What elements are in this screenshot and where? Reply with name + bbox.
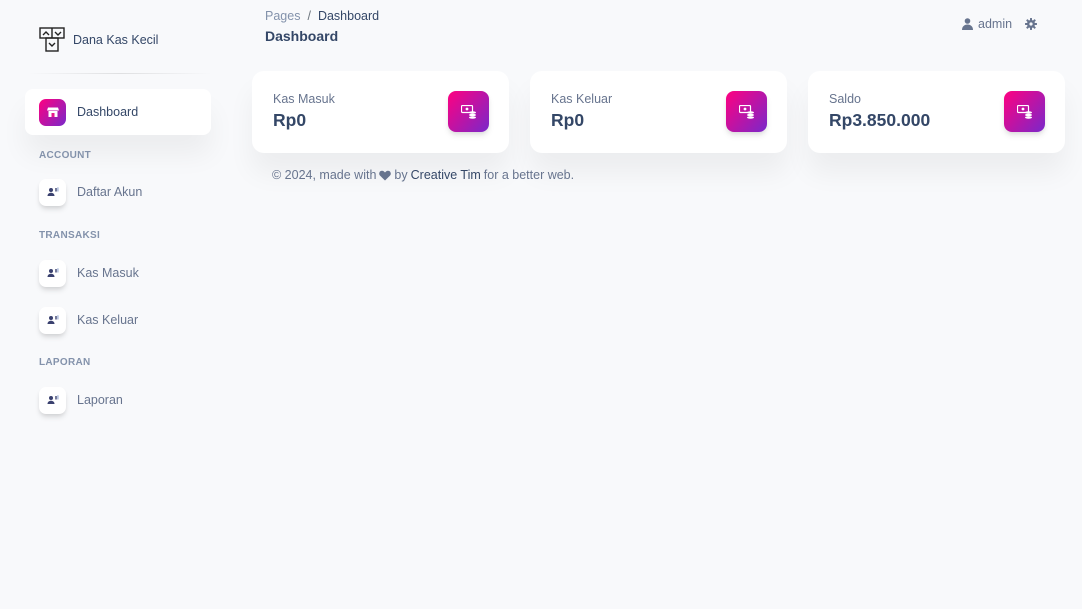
card-label: Saldo [829, 92, 861, 106]
heart-icon [379, 170, 392, 181]
money-coins-icon [448, 91, 489, 132]
sidebar-item-label: Kas Masuk [77, 266, 139, 280]
gear-icon[interactable] [1025, 18, 1038, 30]
footer-by: by [394, 168, 408, 182]
card-value: Rp0 [273, 110, 307, 130]
card-value: Rp3.850.000 [829, 110, 931, 130]
card-label: Kas Masuk [273, 92, 335, 106]
sidebar-item-label: Laporan [77, 393, 123, 407]
breadcrumb-current: Dashboard [317, 9, 380, 23]
footer: © 2024, made with by Creative Tim for a … [272, 168, 574, 182]
sidebar-item-laporan[interactable]: Laporan [25, 377, 211, 423]
user-name: admin [978, 17, 1013, 31]
card-label: Kas Keluar [551, 92, 613, 106]
users-icon [39, 306, 66, 334]
users-icon [39, 178, 66, 206]
sidebar-item-kas-masuk[interactable]: Kas Masuk [25, 250, 211, 296]
sidebar-item-dashboard[interactable]: Dashboard [25, 89, 211, 135]
footer-suffix: for a better web. [483, 168, 575, 182]
brand-name: Dana Kas Kecil [73, 33, 159, 47]
brand-link[interactable]: Dana Kas Kecil [39, 27, 158, 53]
footer-prefix: © 2024, made with [272, 168, 377, 182]
footer-author-link[interactable]: Creative Tim [411, 168, 481, 182]
shop-icon [39, 98, 66, 126]
card-value: Rp0 [551, 110, 585, 130]
users-icon [39, 259, 66, 287]
sidebar-divider [28, 73, 212, 74]
card-saldo: Saldo Rp3.850.000 [808, 71, 1065, 153]
section-heading-account: ACCOUNT [39, 150, 92, 161]
user-menu-link[interactable]: admin [962, 17, 1012, 31]
sidebar-item-label: Daftar Akun [77, 185, 143, 199]
breadcrumb-separator: / [307, 9, 311, 23]
section-heading-transaksi: TRANSAKSI [39, 230, 101, 241]
section-heading-laporan: LAPORAN [39, 357, 91, 368]
sidebar: Dana Kas Kecil Dashboard ACCOUNT Daftar … [0, 0, 236, 609]
user-icon [962, 18, 973, 30]
sidebar-item-kas-keluar[interactable]: Kas Keluar [25, 297, 211, 343]
card-kas-keluar: Kas Keluar Rp0 [530, 71, 787, 153]
money-coins-icon [726, 91, 767, 132]
breadcrumb-parent[interactable]: Pages [265, 9, 300, 23]
sidebar-item-label: Dashboard [77, 105, 139, 119]
card-kas-masuk: Kas Masuk Rp0 [252, 71, 509, 153]
breadcrumb: Pages / Dashboard [265, 9, 379, 23]
users-icon [39, 386, 66, 414]
cashbox-logo-icon [39, 27, 65, 52]
page-title: Dashboard [265, 28, 339, 44]
user-area: admin [962, 17, 1038, 31]
sidebar-item-label: Kas Keluar [77, 313, 139, 327]
sidebar-item-daftar-akun[interactable]: Daftar Akun [25, 169, 211, 215]
money-coins-icon [1004, 91, 1045, 132]
